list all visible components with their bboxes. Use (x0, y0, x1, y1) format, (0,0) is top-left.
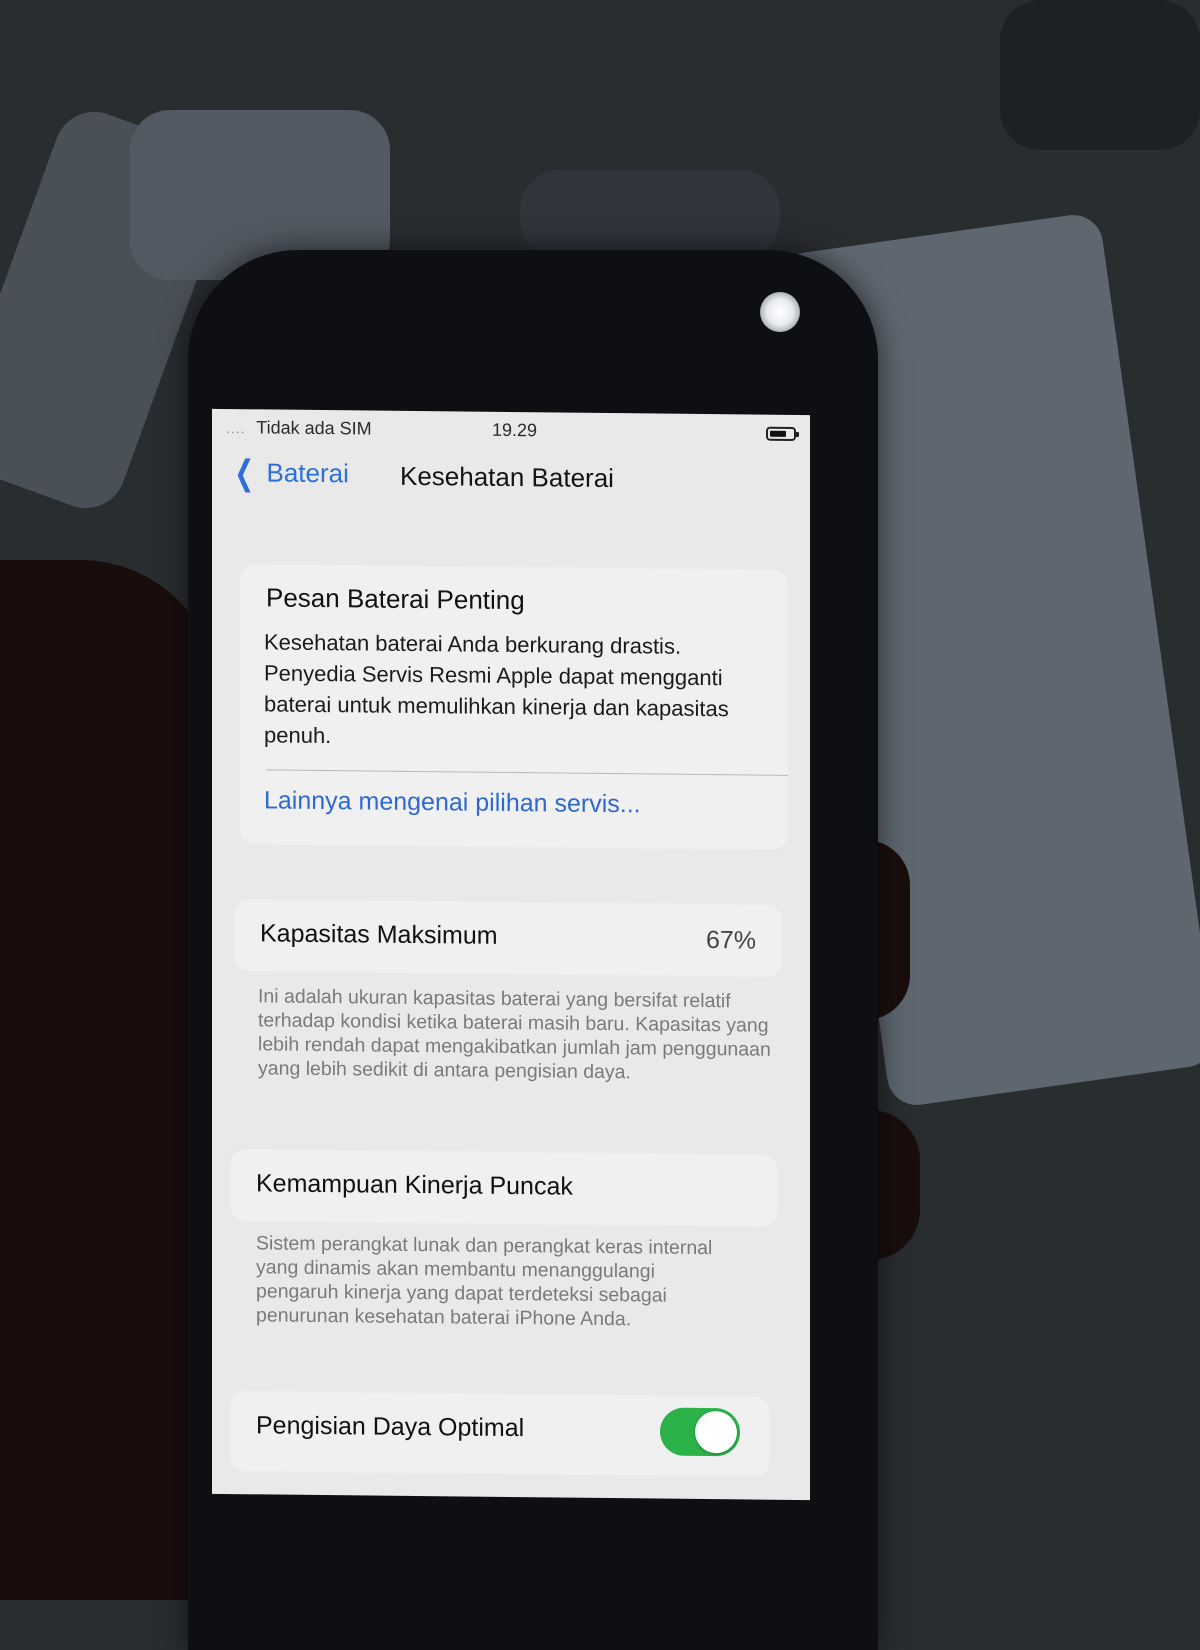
phone-screen: .... Tidak ada SIM 19.29 ❮ Baterai Keseha… (212, 408, 810, 1501)
important-message-card: Pesan Baterai Penting Kesehatan baterai … (240, 564, 788, 850)
front-camera (760, 292, 800, 332)
background-object (1000, 0, 1200, 150)
page-title: Kesehatan Baterai (400, 460, 614, 494)
max-capacity-row: Kapasitas Maksimum 67% (234, 899, 782, 977)
message-title: Pesan Baterai Penting (266, 582, 525, 616)
peak-performance-label: Kemampuan Kinerja Puncak (256, 1169, 573, 1201)
signal-icon: .... (226, 420, 246, 437)
max-capacity-note: Ini adalah ukuran kapasitas baterai yang… (258, 985, 771, 1084)
back-button[interactable]: ❮ Baterai (230, 454, 349, 493)
peak-performance-row: Kemampuan Kinerja Puncak (230, 1149, 778, 1227)
back-button-label: Baterai (266, 457, 349, 489)
service-options-link[interactable]: Lainnya mengenai pilihan servis... (264, 786, 641, 819)
peak-performance-note: Sistem perangkat lunak dan perangkat ker… (256, 1232, 713, 1331)
carrier-status: .... Tidak ada SIM (226, 417, 372, 440)
toggle-knob (695, 1410, 737, 1454)
background-object (520, 170, 780, 260)
carrier-label: Tidak ada SIM (256, 417, 372, 439)
message-body: Kesehatan baterai Anda berkurang drastis… (264, 629, 729, 749)
divider (266, 769, 788, 776)
optimized-charging-toggle[interactable] (660, 1407, 740, 1457)
navigation-bar: ❮ Baterai Kesehatan Baterai (212, 449, 810, 515)
optimized-charging-row: Pengisian Daya Optimal (230, 1391, 770, 1477)
battery-icon (766, 426, 796, 441)
status-time: 19.29 (492, 419, 538, 441)
optimized-charging-label: Pengisian Daya Optimal (256, 1411, 525, 1443)
hand (0, 560, 220, 1600)
max-capacity-label: Kapasitas Maksimum (260, 919, 498, 950)
chevron-left-icon: ❮ (234, 454, 255, 493)
status-bar: .... Tidak ada SIM 19.29 (212, 409, 810, 451)
max-capacity-value: 67% (705, 926, 756, 955)
